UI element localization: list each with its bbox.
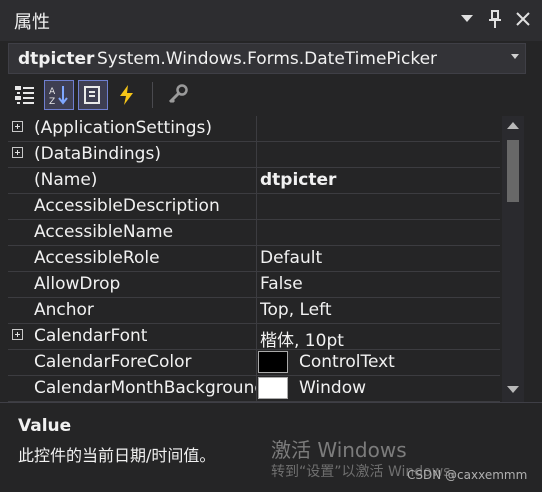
events-icon — [120, 85, 133, 105]
expand-plus-icon[interactable] — [12, 147, 23, 158]
property-name: (ApplicationSettings) — [34, 118, 212, 138]
row-gutter — [8, 194, 28, 219]
property-name: (DataBindings) — [34, 144, 161, 164]
column-divider — [256, 324, 257, 349]
property-value[interactable]: ControlText — [299, 352, 499, 376]
column-divider — [256, 298, 257, 323]
property-name: AllowDrop — [34, 274, 121, 294]
property-row[interactable]: CalendarForeColor ControlText — [8, 350, 500, 376]
row-gutter — [8, 376, 28, 401]
property-name: Anchor — [34, 300, 94, 320]
description-pane: Value 此控件的当前日期/时间值。 激活 Windows 转到“设置”以激活… — [0, 402, 542, 492]
toolbar-divider — [152, 82, 153, 108]
properties-button[interactable] — [78, 80, 108, 110]
property-row[interactable]: (DataBindings) — [8, 142, 500, 168]
property-row[interactable]: CalendarFont 楷体, 10pt — [8, 324, 500, 350]
property-toolbar: A Z — [10, 78, 193, 112]
svg-text:Z: Z — [49, 97, 55, 106]
scroll-down-icon[interactable] — [507, 386, 519, 393]
column-divider — [256, 116, 257, 141]
dropdown-arrow-icon[interactable] — [458, 9, 476, 29]
property-pages-icon — [168, 84, 188, 104]
property-value[interactable]: 楷体, 10pt — [260, 326, 500, 350]
column-divider — [256, 220, 257, 245]
property-name: (Name) — [34, 170, 98, 190]
description-text: 此控件的当前日期/时间值。 — [18, 446, 216, 465]
row-gutter — [8, 142, 28, 167]
object-type: System.Windows.Forms.DateTimePicker — [97, 49, 438, 69]
property-pages-button[interactable] — [163, 80, 193, 110]
row-gutter — [8, 168, 28, 193]
property-value[interactable]: Top, Left — [260, 300, 500, 324]
property-value[interactable]: dtpicter — [260, 170, 500, 194]
scroll-up-icon[interactable] — [507, 122, 519, 129]
property-value[interactable]: Default — [260, 248, 500, 272]
property-row[interactable]: (ApplicationSettings) — [8, 116, 500, 142]
object-selector[interactable]: dtpicter System.Windows.Forms.DateTimePi… — [8, 43, 526, 74]
events-button[interactable] — [112, 80, 142, 110]
property-name: CalendarFont — [34, 326, 148, 346]
property-name: CalendarMonthBackground — [34, 378, 256, 398]
properties-icon — [84, 86, 100, 104]
property-name: AccessibleRole — [34, 248, 160, 268]
expand-plus-icon[interactable] — [12, 121, 23, 132]
property-row[interactable]: AccessibleRole Default — [8, 246, 500, 272]
column-divider — [256, 194, 257, 219]
property-value[interactable]: False — [260, 274, 500, 298]
chevron-down-icon[interactable] — [511, 54, 519, 59]
property-grid[interactable]: (ApplicationSettings) (DataBindings) (Name… — [8, 116, 500, 402]
activation-watermark-title: 激活 Windows — [271, 438, 407, 462]
property-value[interactable] — [260, 222, 500, 246]
credit-watermark: CSDN @caxxemmm — [407, 468, 528, 482]
column-divider — [256, 272, 257, 297]
property-row[interactable]: (Name) dtpicter — [8, 168, 500, 194]
property-row[interactable]: AllowDrop False — [8, 272, 500, 298]
expand-plus-icon[interactable] — [12, 329, 23, 340]
close-icon[interactable] — [514, 9, 532, 29]
color-swatch — [258, 377, 288, 399]
property-value[interactable]: Window — [299, 378, 499, 402]
vertical-scrollbar[interactable] — [502, 116, 524, 402]
property-name: CalendarForeColor — [34, 352, 192, 372]
property-row[interactable]: AccessibleName — [8, 220, 500, 246]
alphabetical-sort-icon: A Z — [49, 86, 68, 106]
row-gutter — [8, 272, 28, 297]
panel-titlebar: 属性 — [0, 0, 542, 41]
column-divider — [256, 142, 257, 167]
row-gutter — [8, 350, 28, 375]
object-name: dtpicter — [18, 49, 95, 69]
property-row[interactable]: Anchor Top, Left — [8, 298, 500, 324]
panel-title: 属性 — [14, 12, 50, 33]
column-divider — [256, 246, 257, 271]
pin-icon[interactable] — [486, 9, 504, 29]
description-title: Value — [18, 416, 72, 436]
column-divider — [256, 350, 257, 375]
row-gutter — [8, 324, 28, 349]
property-value[interactable] — [260, 118, 500, 142]
column-divider — [256, 376, 257, 401]
svg-text:A: A — [49, 87, 56, 97]
property-name: AccessibleName — [34, 222, 174, 242]
property-value[interactable] — [260, 144, 500, 168]
scroll-thumb[interactable] — [507, 140, 519, 202]
row-gutter — [8, 116, 28, 141]
row-gutter — [8, 246, 28, 271]
property-value[interactable] — [260, 196, 500, 220]
row-gutter — [8, 220, 28, 245]
alphabetical-button[interactable]: A Z — [44, 80, 74, 110]
property-row[interactable]: AccessibleDescription — [8, 194, 500, 220]
categorized-view-button[interactable] — [10, 80, 40, 110]
categorized-view-icon — [15, 86, 34, 104]
property-name: AccessibleDescription — [34, 196, 220, 216]
property-row[interactable]: CalendarMonthBackground Window — [8, 376, 500, 402]
column-divider — [256, 168, 257, 193]
row-gutter — [8, 298, 28, 323]
color-swatch — [258, 351, 288, 373]
